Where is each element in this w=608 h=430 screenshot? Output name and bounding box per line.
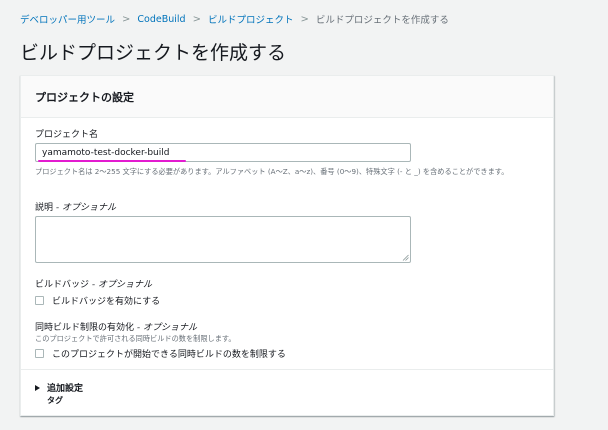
concurrency-hint: このプロジェクトで許可される同時ビルドの数を制限します。 xyxy=(35,334,236,343)
concurrency-checkbox-row[interactable]: このプロジェクトが開始できる同時ビルドの数を制限する xyxy=(35,347,286,360)
additional-settings-label: 追加設定 xyxy=(47,384,84,394)
build-badge-checkbox-label: ビルドバッジを有効にする xyxy=(52,297,161,307)
description-label: 説明 - オプショナル xyxy=(35,200,116,213)
page-title: ビルドプロジェクトを作成する xyxy=(20,42,287,64)
chevron-right-icon: > xyxy=(192,13,201,25)
description-textarea[interactable] xyxy=(35,216,411,263)
description-optional: - オプショナル xyxy=(53,203,116,213)
chevron-right-icon: > xyxy=(122,13,131,25)
project-name-label: プロジェクト名 xyxy=(35,130,99,140)
breadcrumb-codebuild[interactable]: CodeBuild xyxy=(137,14,185,25)
additional-settings-sub: タグ xyxy=(47,396,63,405)
breadcrumb: デベロッパー用ツール > CodeBuild > ビルドプロジェクト > ビルド… xyxy=(20,12,449,27)
resize-handle-icon[interactable] xyxy=(402,254,409,261)
build-badge-checkbox[interactable] xyxy=(35,296,44,305)
concurrency-optional: - オプショナル xyxy=(134,323,197,333)
concurrency-label-text: 同時ビルド制限の有効化 xyxy=(35,323,135,333)
panel-header: プロジェクトの設定 xyxy=(21,76,553,118)
additional-settings-expander[interactable]: 追加設定 xyxy=(35,381,83,394)
breadcrumb-developer-tools[interactable]: デベロッパー用ツール xyxy=(20,12,115,26)
panel-title: プロジェクトの設定 xyxy=(35,90,134,104)
concurrency-checkbox[interactable] xyxy=(35,349,44,358)
breadcrumb-build-projects[interactable]: ビルドプロジェクト xyxy=(208,12,294,26)
build-badge-label: ビルドバッジ - オプショナル xyxy=(35,277,152,290)
concurrency-checkbox-label: このプロジェクトが開始できる同時ビルドの数を制限する xyxy=(52,350,286,360)
project-settings-panel: プロジェクトの設定 プロジェクト名 プロジェクト名は 2〜255 文字にする必要… xyxy=(20,75,554,416)
annotation-underline xyxy=(38,160,186,162)
breadcrumb-current: ビルドプロジェクトを作成する xyxy=(315,15,449,26)
build-badge-checkbox-row[interactable]: ビルドバッジを有効にする xyxy=(35,294,160,307)
build-badge-label-text: ビルドバッジ xyxy=(35,280,90,290)
description-label-text: 説明 xyxy=(35,203,54,213)
chevron-right-icon: > xyxy=(300,13,309,25)
build-badge-optional: - オプショナル xyxy=(89,280,152,290)
project-name-hint: プロジェクト名は 2〜255 文字にする必要があります。アルファベット (A〜Z… xyxy=(35,167,509,176)
divider xyxy=(21,369,553,370)
concurrency-label: 同時ビルド制限の有効化 - オプショナル xyxy=(35,320,197,333)
caret-right-icon xyxy=(35,384,40,391)
